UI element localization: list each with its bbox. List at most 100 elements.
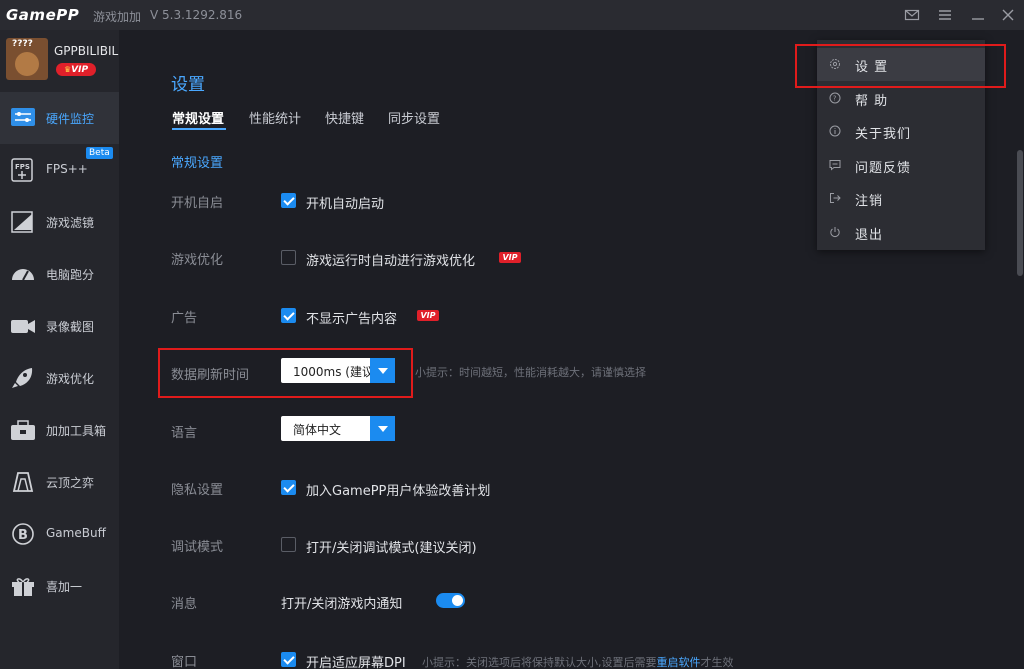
window-label: 窗口 bbox=[171, 655, 198, 669]
optimize-label: 游戏优化 bbox=[171, 253, 224, 268]
avatar-image bbox=[15, 52, 39, 76]
minimize-icon[interactable] bbox=[970, 7, 986, 23]
rocket-icon bbox=[12, 368, 33, 388]
svg-text:B: B bbox=[18, 528, 28, 543]
avatar-text: ???? bbox=[12, 39, 33, 49]
menu-item-label: 退出 bbox=[855, 228, 884, 243]
sidebar-item-gamebuff[interactable]: B GameBuff bbox=[0, 508, 119, 560]
sidebar-item-free-games[interactable]: 喜加一 bbox=[0, 560, 119, 612]
language-select-value: 简体中文 bbox=[293, 423, 342, 437]
debug-text[interactable]: 打开/关闭调试模式(建议关闭) bbox=[306, 537, 477, 556]
debug-checkbox[interactable] bbox=[281, 537, 296, 552]
sidebar-item-label: GameBuff bbox=[46, 526, 106, 540]
message-text: 打开/关闭游戏内通知 bbox=[281, 597, 403, 612]
ads-checkbox[interactable] bbox=[281, 308, 296, 323]
mail-icon[interactable] bbox=[904, 7, 920, 23]
app-logo: GamePP bbox=[6, 6, 80, 24]
gamebuff-icon: B bbox=[12, 523, 34, 545]
filter-icon bbox=[11, 211, 33, 233]
info-icon bbox=[829, 125, 841, 137]
sidebar-item-label: 电脑跑分 bbox=[46, 268, 95, 282]
vip-badge: ♛VIP bbox=[56, 63, 96, 76]
username: GPPBILIBILI bbox=[54, 44, 122, 58]
startup-label: 开机自启 bbox=[171, 196, 224, 211]
privacy-label: 隐私设置 bbox=[171, 483, 224, 498]
startup-checkbox[interactable] bbox=[281, 193, 296, 208]
optimize-text[interactable]: 游戏运行时自动进行游戏优化 bbox=[306, 250, 475, 269]
svg-text:FPS: FPS bbox=[15, 163, 30, 171]
app-subtitle: 游戏加加 bbox=[93, 10, 142, 24]
menu-item-label: 关于我们 bbox=[855, 127, 912, 142]
speedometer-icon bbox=[12, 269, 34, 281]
optimize-checkbox[interactable] bbox=[281, 250, 296, 265]
sidebar-item-label: FPS++ bbox=[46, 162, 88, 176]
section-title: 常规设置 bbox=[171, 156, 224, 171]
fps-icon: FPS bbox=[11, 158, 33, 182]
language-select[interactable]: 简体中文 bbox=[281, 416, 395, 441]
tab-general[interactable]: 常规设置 bbox=[172, 108, 224, 127]
monitor-sliders-icon bbox=[11, 108, 35, 126]
message-toggle[interactable] bbox=[436, 593, 465, 608]
language-label: 语言 bbox=[171, 426, 198, 441]
toolbox-icon bbox=[11, 420, 35, 440]
menu-item-label: 帮 助 bbox=[855, 94, 889, 109]
sidebar-item-tft[interactable]: 云顶之弈 bbox=[0, 456, 119, 508]
tab-sync[interactable]: 同步设置 bbox=[388, 108, 440, 127]
tab-performance[interactable]: 性能统计 bbox=[249, 108, 301, 127]
title-bar: GamePP 游戏加加 V 5.3.1292.816 bbox=[0, 0, 1024, 30]
sidebar-item-fps[interactable]: FPS FPS++ Beta bbox=[0, 144, 119, 196]
menu-item-feedback[interactable]: 问题反馈 bbox=[817, 149, 985, 182]
scrollbar-thumb[interactable] bbox=[1017, 150, 1023, 276]
sidebar-item-label: 云顶之弈 bbox=[46, 476, 95, 490]
app-version: V 5.3.1292.816 bbox=[150, 8, 243, 22]
message-label: 消息 bbox=[171, 597, 198, 612]
close-icon[interactable] bbox=[1000, 7, 1016, 23]
sidebar-item-label: 喜加一 bbox=[46, 580, 83, 594]
menu-item-about[interactable]: 关于我们 bbox=[817, 115, 985, 148]
sidebar-item-label: 硬件监控 bbox=[46, 112, 95, 126]
vip-tag: VIP bbox=[499, 252, 521, 263]
tft-icon bbox=[12, 472, 34, 492]
menu-item-label: 问题反馈 bbox=[855, 161, 912, 176]
sidebar-item-game-filter[interactable]: 游戏滤镜 bbox=[0, 196, 119, 248]
menu-item-label: 注销 bbox=[855, 194, 884, 209]
startup-text[interactable]: 开机自动启动 bbox=[306, 193, 384, 212]
sidebar-item-hardware-monitor[interactable]: 硬件监控 bbox=[0, 92, 119, 144]
help-icon: ? bbox=[829, 92, 841, 104]
scrollbar-track[interactable] bbox=[1016, 30, 1024, 669]
menu-item-logout[interactable]: 注销 bbox=[817, 182, 985, 215]
privacy-text[interactable]: 加入GamePP用户体验改善计划 bbox=[306, 480, 490, 499]
gift-icon bbox=[12, 578, 34, 596]
power-icon bbox=[830, 227, 840, 237]
beta-badge: Beta bbox=[86, 147, 113, 159]
sidebar-item-toolbox[interactable]: 加加工具箱 bbox=[0, 404, 119, 456]
sidebar-item-benchmark[interactable]: 电脑跑分 bbox=[0, 248, 119, 300]
ads-label: 广告 bbox=[171, 311, 198, 326]
highlight-box bbox=[158, 348, 413, 398]
privacy-checkbox[interactable] bbox=[281, 480, 296, 495]
logout-icon bbox=[830, 193, 841, 203]
user-profile[interactable]: ???? GPPBILIBILI ♛VIP bbox=[0, 30, 122, 92]
sidebar-item-label: 游戏滤镜 bbox=[46, 216, 95, 230]
sidebar-item-recording[interactable]: 录像截图 bbox=[0, 300, 119, 352]
menu-icon[interactable] bbox=[937, 7, 953, 23]
debug-label: 调试模式 bbox=[171, 540, 224, 555]
page-title: 设置 bbox=[171, 75, 205, 95]
window-text[interactable]: 开启适应屏幕DPI bbox=[306, 652, 406, 669]
window-checkbox[interactable] bbox=[281, 652, 296, 667]
tab-underline bbox=[172, 128, 226, 130]
window-hint: 小提示：关闭选项后将保持默认大小,设置后需要重启软件才生效 bbox=[422, 656, 734, 669]
restart-link[interactable]: 重启软件 bbox=[657, 656, 701, 669]
sidebar-item-game-optimize[interactable]: 游戏优化 bbox=[0, 352, 119, 404]
tab-hotkeys[interactable]: 快捷键 bbox=[325, 108, 364, 127]
sidebar-item-label: 游戏优化 bbox=[46, 372, 95, 386]
sidebar: ???? GPPBILIBILI ♛VIP 硬件监控 FPS FPS++ Bet… bbox=[0, 30, 122, 669]
ads-text[interactable]: 不显示广告内容 bbox=[306, 308, 397, 327]
camera-icon bbox=[11, 320, 35, 333]
chevron-down-icon[interactable] bbox=[370, 416, 395, 441]
feedback-icon bbox=[829, 160, 841, 171]
menu-item-exit[interactable]: 退出 bbox=[817, 216, 985, 249]
avatar[interactable]: ???? bbox=[6, 38, 48, 80]
sidebar-item-label: 加加工具箱 bbox=[46, 424, 107, 438]
refresh-hint: 小提示：时间越短，性能消耗越大，请谨慎选择 bbox=[415, 366, 646, 379]
